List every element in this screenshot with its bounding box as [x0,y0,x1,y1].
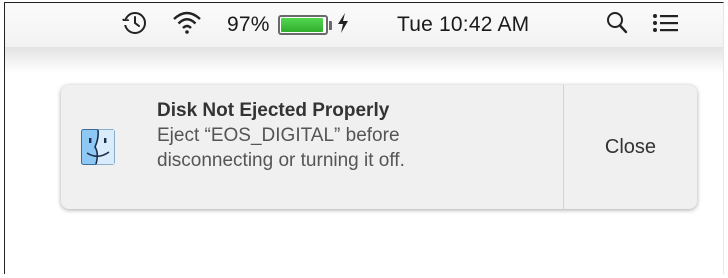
wifi-icon [171,8,203,43]
notification-body-line-1: Eject “EOS_DIGITAL” before [157,125,400,146]
disk-not-ejected-notification[interactable]: Disk Not Ejected Properly Eject “EOS_DIG… [61,85,697,209]
finder-icon [81,129,115,165]
notification-center-button[interactable] [652,3,680,47]
time-machine-icon [119,8,149,43]
battery-gauge [277,15,328,35]
notification-body-line-2: disconnecting or turning it off. [157,150,405,171]
clock: Tue 10:42 AM [397,13,530,36]
battery-icon [277,15,332,35]
battery-percent: 97% [227,13,270,36]
battery-level-fill [280,18,324,32]
menubar: 97% Tue 10:42 AM [5,3,723,47]
notification-text: Disk Not Ejected Properly Eject “EOS_DIG… [157,99,557,173]
close-button[interactable]: Close [564,85,697,209]
notification-title: Disk Not Ejected Properly [157,100,390,121]
desktop-screen: 97% Tue 10:42 AM Disk Not Ejected Proper… [4,2,724,274]
charging-bolt-icon [336,12,350,39]
wifi-menu[interactable] [171,3,203,47]
time-machine-menu[interactable] [119,3,149,47]
clock-menu[interactable]: Tue 10:42 AM [397,3,529,47]
menubar-shadow [5,47,723,73]
battery-menu[interactable]: 97% [227,3,350,47]
battery-nub [328,20,332,30]
notification-center-icon [652,11,680,40]
spotlight-button[interactable] [605,3,629,47]
spotlight-search-icon [605,10,629,41]
